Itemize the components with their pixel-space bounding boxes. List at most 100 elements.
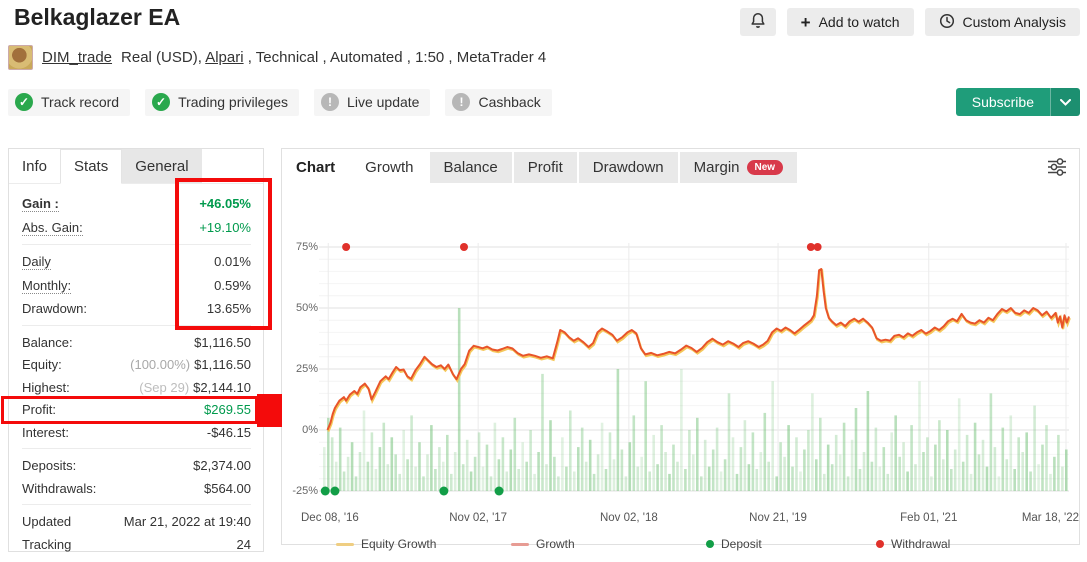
stat-row-equity: Equity: (100.00%) $1,116.50 xyxy=(22,357,251,372)
volume-bar xyxy=(946,430,949,491)
volume-bar xyxy=(1037,464,1040,491)
volume-bar xyxy=(640,456,643,491)
tab-drawdown[interactable]: Drawdown xyxy=(578,151,678,183)
legend-item-deposit[interactable]: Deposit xyxy=(706,537,762,551)
tab-info[interactable]: Info xyxy=(9,150,60,183)
y-axis-tick: 75% xyxy=(295,241,318,253)
top-actions: + Add to watch Custom Analysis xyxy=(739,8,1080,36)
volume-bar xyxy=(390,437,394,491)
x-axis-tick: Nov 02, '17 xyxy=(449,512,508,524)
stat-row-profit: Profit: $269.55 xyxy=(22,402,251,417)
volume-bar xyxy=(819,417,822,491)
volume-bar xyxy=(537,452,540,491)
stat-row-monthly: Monthly: 0.59% xyxy=(22,277,251,294)
badge-label: Track record xyxy=(41,94,120,110)
volume-bar xyxy=(989,393,993,491)
legend-item-withdrawal[interactable]: Withdrawal xyxy=(876,537,950,551)
volume-bar xyxy=(430,425,433,491)
volume-bar xyxy=(850,439,854,491)
legend-item-growth[interactable]: Growth xyxy=(511,537,575,551)
volume-bar xyxy=(573,471,576,491)
volume-bar xyxy=(1045,425,1048,491)
volume-bar xyxy=(977,454,981,491)
volume-bar xyxy=(382,422,386,491)
volume-bar xyxy=(557,476,560,491)
legend-dot-swatch xyxy=(876,540,884,548)
subscribe-dropdown-button[interactable] xyxy=(1050,88,1080,116)
volume-bar xyxy=(1065,449,1068,491)
volume-bar xyxy=(1041,444,1044,491)
volume-bar xyxy=(450,473,453,491)
tab-stats[interactable]: Stats xyxy=(60,149,123,184)
exclamation-icon: ! xyxy=(452,93,471,111)
volume-bar xyxy=(608,432,612,491)
volume-bar xyxy=(783,456,786,491)
volume-bar xyxy=(767,461,770,491)
badge-track-record[interactable]: ✓ Track record xyxy=(8,88,131,116)
volume-bar xyxy=(1025,432,1028,491)
volume-bar xyxy=(592,473,596,491)
stats-panel-tabs: Info Stats General xyxy=(9,149,263,184)
volume-bar xyxy=(906,471,909,491)
volume-bar xyxy=(703,439,707,491)
volume-bar xyxy=(886,473,890,491)
legend-label: Withdrawal xyxy=(891,537,951,551)
y-axis-tick: -25% xyxy=(292,485,318,497)
volume-bar xyxy=(398,473,401,491)
volume-bar xyxy=(457,308,461,491)
stat-row-updated: Updated Mar 21, 2022 at 19:40 xyxy=(22,514,251,529)
tab-balance[interactable]: Balance xyxy=(429,151,512,183)
volume-bar xyxy=(529,430,532,491)
volume-bar xyxy=(477,432,481,491)
tab-general[interactable]: General xyxy=(122,149,202,183)
volume-bar xyxy=(711,449,715,491)
volume-bar xyxy=(323,447,326,491)
broker-link[interactable]: Alpari xyxy=(205,49,243,66)
volume-bar xyxy=(434,469,437,491)
volume-bar xyxy=(842,422,846,491)
volume-bar xyxy=(517,469,520,491)
badge-label: Trading privileges xyxy=(178,94,289,110)
divider xyxy=(22,244,251,245)
volume-bar xyxy=(787,425,790,491)
subscribe-button[interactable]: Subscribe xyxy=(955,88,1050,116)
badge-trading-privileges[interactable]: ✓ Trading privileges xyxy=(145,88,300,116)
volume-bar xyxy=(545,464,548,491)
stat-row-daily: Daily 0.01% xyxy=(22,254,251,270)
tab-profit[interactable]: Profit xyxy=(513,151,577,183)
volume-bar xyxy=(898,456,901,491)
volume-bar xyxy=(1061,466,1064,491)
volume-bar xyxy=(739,447,743,491)
volume-bar xyxy=(914,464,917,491)
notifications-button[interactable] xyxy=(739,8,776,36)
volume-bar xyxy=(612,459,616,491)
stats-panel: Info Stats General Gain : +46.05% Abs. G… xyxy=(8,148,264,552)
stat-row-balance: Balance: $1,116.50 xyxy=(22,334,251,350)
stats-list: Gain : +46.05% Abs. Gain: +19.10% Daily … xyxy=(9,184,263,555)
volume-bar xyxy=(1021,452,1024,491)
custom-analysis-button[interactable]: Custom Analysis xyxy=(924,8,1080,36)
sliders-icon xyxy=(1048,158,1066,176)
chart-settings-button[interactable] xyxy=(1045,157,1069,180)
tab-margin[interactable]: Margin New xyxy=(679,151,798,183)
volume-bar xyxy=(624,476,628,491)
volume-bar xyxy=(719,471,723,491)
add-to-watch-button[interactable]: + Add to watch xyxy=(786,8,914,36)
volume-bar xyxy=(469,471,473,491)
legend-label: Growth xyxy=(536,537,575,551)
badge-cashback[interactable]: ! Cashback xyxy=(445,88,552,116)
user-avatar[interactable] xyxy=(8,45,33,70)
username-link[interactable]: DIM_trade xyxy=(42,49,112,66)
volume-bar xyxy=(521,442,524,491)
volume-bar xyxy=(723,459,727,491)
volume-bar xyxy=(902,442,905,491)
subscribe-split-button[interactable]: Subscribe xyxy=(955,88,1080,116)
growth-chart-area: 75% 50% 25% 0% -25% Dec 08, '16 Nov 02, '17 Nov… xyxy=(282,185,1079,551)
volume-bar xyxy=(668,473,671,491)
volume-bar xyxy=(1005,459,1009,491)
legend-item-equity-growth[interactable]: Equity Growth xyxy=(336,537,436,551)
tab-growth[interactable]: Growth xyxy=(351,151,428,183)
badge-live-update[interactable]: ! Live update xyxy=(314,88,431,116)
volume-bar xyxy=(692,454,695,491)
volume-bar xyxy=(1049,473,1052,491)
